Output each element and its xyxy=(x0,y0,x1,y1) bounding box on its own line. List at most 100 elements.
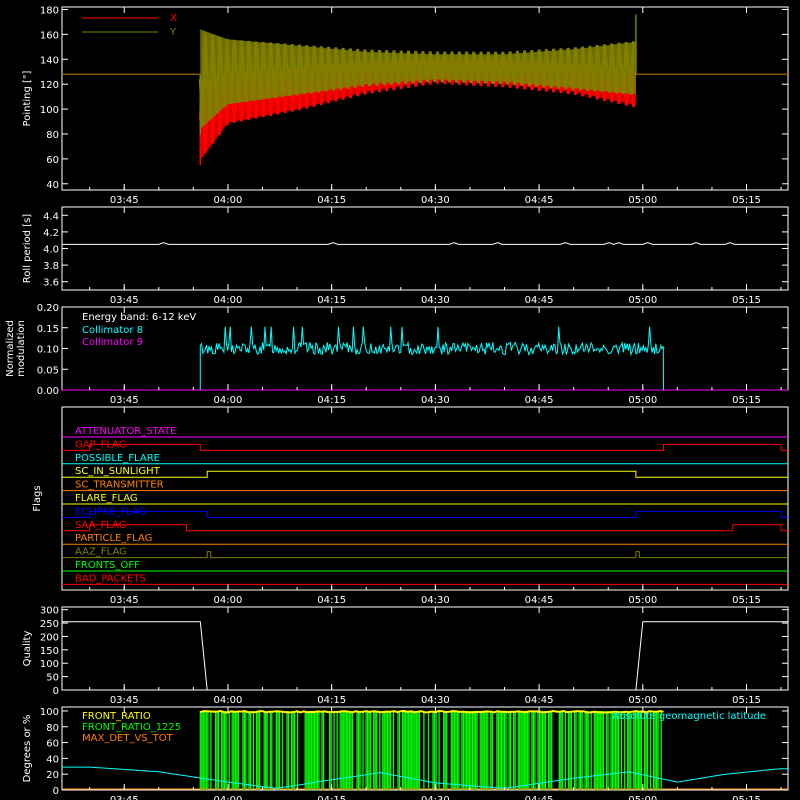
x-tick-label: 04:45 xyxy=(525,595,554,606)
x-tick-label: 04:00 xyxy=(214,695,243,706)
y-tick-label: 300 xyxy=(40,606,59,617)
y-tick-label: 120 xyxy=(40,80,59,91)
y-tick-label: 60 xyxy=(46,739,59,750)
roll-period-line xyxy=(62,242,788,245)
y-tick-label: 60 xyxy=(46,155,59,166)
y-tick-label: 180 xyxy=(40,5,59,16)
panel-5: 0 50 100 150 200 250 300 03:45 04:00 04:15 04:30 04… xyxy=(22,606,789,706)
flag-line-aaz_flag xyxy=(62,551,788,559)
x-tick-label: 04:15 xyxy=(317,695,346,706)
panel-2: 3.6 3.8 4.0 4.2 4.4 03:45 04:00 04:15 04:30 04:45… xyxy=(22,206,789,306)
flag-line-gap_flag xyxy=(62,443,788,451)
flag-label-particle_flag: PARTICLE_FLAG xyxy=(75,533,152,544)
flag-label-saa_flag: SAA_FLAG xyxy=(75,520,126,531)
x-tick-label: 04:30 xyxy=(421,595,450,606)
legend-label-front_ratio: FRONT_RATIO xyxy=(82,711,151,722)
x-tick-label: 04:45 xyxy=(525,395,554,406)
legend-label-max_det_vs_tot: MAX_DET_VS_TOT xyxy=(82,733,174,744)
legend-label-front_ratio_1225: FRONT_RATIO_1225 xyxy=(82,722,181,733)
x-tick-label: 04:30 xyxy=(421,795,450,800)
x-tick-label: 03:45 xyxy=(110,295,139,306)
x-tick-label: 03:45 xyxy=(110,395,139,406)
y-tick-label: 20 xyxy=(46,770,59,781)
flag-line-eclipse_flag xyxy=(62,510,788,518)
x-tick-label: 03:45 xyxy=(110,595,139,606)
y-tick-label: 3.6 xyxy=(43,278,59,289)
panel-4: ATTENUATOR_STATE GAP_FLAG POSSIBLE_FLARE SC… xyxy=(32,406,789,606)
y-tick-label: 200 xyxy=(40,632,59,643)
x-tick-label: 03:45 xyxy=(110,195,139,206)
x-tick-label: 04:30 xyxy=(421,695,450,706)
energy-band-annotation: Energy band: 6-12 keV xyxy=(82,312,196,323)
x-tick-label: 05:00 xyxy=(628,295,657,306)
flag-label-gap_flag: GAP_FLAG xyxy=(75,439,127,450)
flag-label-eclipse_flag: ECLIPSE_FLAG xyxy=(75,506,146,517)
panel-1: 40 60 80 100 120 140 160 180 XY 03:45 04:00 04:15 04… xyxy=(22,5,789,206)
y-axis-label: modulation xyxy=(16,320,27,377)
x-tick-label: 05:00 xyxy=(628,695,657,706)
y-tick-label: 0.05 xyxy=(37,365,59,376)
x-tick-label: 04:45 xyxy=(525,195,554,206)
x-tick-label: 05:00 xyxy=(628,195,657,206)
x-tick-label: 05:15 xyxy=(732,795,761,800)
multi-panel-chart: 406080100120140160180XY03:45 04:00 04:15 04… xyxy=(5,5,789,800)
y-axis-label: Quality xyxy=(22,631,33,667)
y-tick-label: 250 xyxy=(40,619,59,630)
y-tick-label: 100 xyxy=(40,105,59,116)
y-tick-label: 140 xyxy=(40,55,59,66)
legend-label-collimator-8: Collimator 8 xyxy=(82,325,143,336)
x-tick-label: 05:00 xyxy=(628,795,657,800)
y-tick-label: 4.4 xyxy=(43,211,59,222)
x-tick-label: 04:45 xyxy=(525,295,554,306)
y-tick-label: 0.20 xyxy=(37,303,59,314)
x-tick-label: 04:00 xyxy=(214,795,243,800)
flag-label-sc_in_sunlight: SC_IN_SUNLIGHT xyxy=(75,466,161,477)
x-tick-label: 05:15 xyxy=(732,395,761,406)
y-tick-label: 0 xyxy=(53,786,59,797)
legend-label-geomagnetic-latitude: Absolute geomagnetic latitude xyxy=(612,711,766,722)
x-tick-label: 04:00 xyxy=(214,195,243,206)
flag-label-attenuator_state: ATTENUATOR_STATE xyxy=(75,426,176,437)
y-axis-label: Roll period [s] xyxy=(22,214,33,283)
y-tick-label: 50 xyxy=(46,673,59,684)
x-tick-label: 05:15 xyxy=(732,695,761,706)
x-tick-label: 04:00 xyxy=(214,395,243,406)
y-axis-label: Degrees or % xyxy=(22,715,33,783)
flag-line-sc_in_sunlight xyxy=(62,470,788,478)
x-tick-label: 05:15 xyxy=(732,595,761,606)
quality-line xyxy=(62,621,788,691)
legend-label-collimator-9: Collimator 9 xyxy=(82,337,143,348)
x-tick-label: 04:15 xyxy=(317,195,346,206)
y-tick-label: 0.00 xyxy=(37,386,59,397)
x-tick-label: 04:45 xyxy=(525,795,554,800)
x-tick-label: 04:15 xyxy=(317,595,346,606)
legend-label-Y: Y xyxy=(169,27,177,38)
x-tick-label: 04:30 xyxy=(421,395,450,406)
y-tick-label: 100 xyxy=(40,707,59,718)
y-tick-label: 0.15 xyxy=(37,324,59,335)
panel-frame xyxy=(61,606,789,691)
y-tick-label: 80 xyxy=(46,130,59,141)
front-ratio-line xyxy=(199,709,664,714)
x-tick-label: 04:15 xyxy=(317,395,346,406)
flag-label-aaz_flag: AAZ_FLAG xyxy=(75,547,127,558)
x-tick-label: 05:15 xyxy=(732,195,761,206)
panel-6: 0 20 40 60 80 100 FRONT_RATIOFRONT_RATIO_1225M… xyxy=(22,706,789,800)
x-tick-label: 05:15 xyxy=(732,295,761,306)
x-tick-label: 03:45 xyxy=(110,795,139,800)
y-tick-label: 40 xyxy=(46,754,59,765)
x-tick-label: 04:45 xyxy=(525,695,554,706)
y-axis-label: Flags xyxy=(32,485,43,511)
y-tick-label: 80 xyxy=(46,723,59,734)
x-tick-label: 04:00 xyxy=(214,595,243,606)
x-tick-label: 05:00 xyxy=(628,395,657,406)
y-tick-label: 3.8 xyxy=(43,261,59,272)
flag-line-saa_flag xyxy=(62,524,788,532)
flag-label-bad_packets: BAD_PACKETS xyxy=(75,573,146,584)
y-tick-label: 4.0 xyxy=(43,245,59,256)
legend-label-X: X xyxy=(170,13,177,24)
x-tick-label: 04:00 xyxy=(214,295,243,306)
flag-label-flare_flag: FLARE_FLAG xyxy=(75,493,138,504)
x-tick-label: 05:00 xyxy=(628,595,657,606)
flag-label-fronts_off: FRONTS_OFF xyxy=(75,560,140,571)
